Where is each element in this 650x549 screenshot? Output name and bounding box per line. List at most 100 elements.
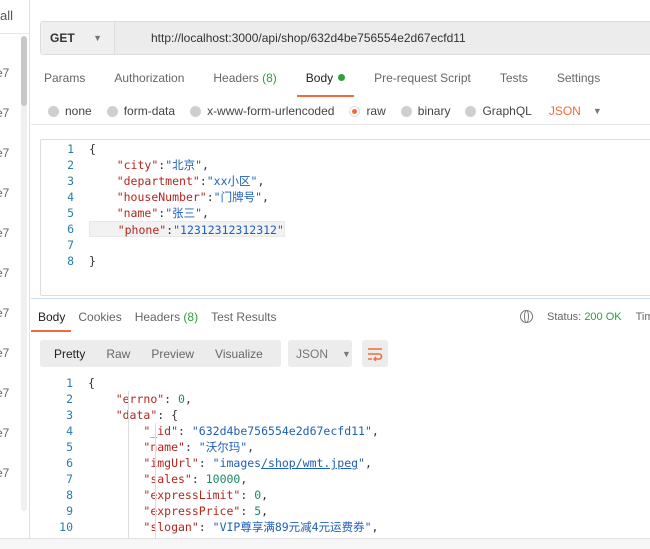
tab-count: (8) xyxy=(262,71,277,85)
line-content: "expressLimit": 0, xyxy=(88,487,268,503)
code-token: , xyxy=(371,424,379,438)
code-token: 10000 xyxy=(205,472,241,486)
pane-divider[interactable] xyxy=(31,298,650,299)
code-token: "北京" xyxy=(165,158,203,172)
code-token: } xyxy=(89,254,96,268)
code-token: : xyxy=(164,392,179,406)
view-pretty[interactable]: Pretty xyxy=(54,347,85,361)
url-input[interactable]: http://localhost:3000/api/shop/632d4be75… xyxy=(151,31,466,45)
wrap-lines-icon xyxy=(368,347,383,361)
globe-icon[interactable] xyxy=(520,310,533,323)
line-number: 7 xyxy=(67,238,74,252)
response-tab-body[interactable]: Body xyxy=(30,310,72,332)
response-view-modes: Pretty Raw Preview Visualize xyxy=(40,340,281,367)
code-token: "department" xyxy=(116,174,200,188)
view-raw[interactable]: Raw xyxy=(106,347,130,361)
code-token: , xyxy=(202,158,209,172)
line-content: { xyxy=(88,375,95,391)
code-token: "门牌号" xyxy=(213,190,263,204)
history-item[interactable]: e7 xyxy=(0,466,9,480)
radio-form-data[interactable]: form-data xyxy=(106,104,176,118)
code-token: { xyxy=(89,142,96,156)
response-body-viewer[interactable]: 1{2 "errno": 0, 3 "data": {4 "_id": "632d… xyxy=(40,375,650,541)
code-token: , xyxy=(240,472,248,486)
code-line: 2 "errno": 0, xyxy=(40,391,379,407)
body-type-options: none form-data x-www-form-urlencoded raw bin… xyxy=(48,104,602,118)
code-line: 9 "expressPrice": 5, xyxy=(40,503,379,519)
response-tab-test-results[interactable]: Test Results xyxy=(211,310,276,324)
tab-label: Headers xyxy=(213,71,259,85)
tab-params[interactable]: Params xyxy=(44,71,85,91)
response-format-select[interactable]: JSON ▼ xyxy=(288,340,352,367)
tab-body[interactable]: Body xyxy=(296,71,355,97)
code-token: , xyxy=(247,440,255,454)
code-token: : xyxy=(206,190,214,204)
history-item[interactable]: e7 xyxy=(0,426,9,440)
tab-authorization[interactable]: Authorization xyxy=(114,71,184,91)
history-item[interactable]: e7 xyxy=(0,226,9,240)
line-number: 8 xyxy=(67,254,74,268)
history-item[interactable]: e7 xyxy=(0,186,9,200)
radio-GraphQL[interactable]: GraphQL xyxy=(465,104,532,118)
tab-label: Pre-request Script xyxy=(374,71,471,85)
history-item[interactable]: e7 xyxy=(0,306,9,320)
history-item[interactable]: e7 xyxy=(0,266,9,280)
tab-pre-request-script[interactable]: Pre-request Script xyxy=(374,71,471,91)
tab-label: Body xyxy=(305,71,334,85)
response-tab-headers[interactable]: Headers (8) xyxy=(135,310,198,324)
code-token: , xyxy=(257,174,265,188)
radio-label: form-data xyxy=(123,104,176,118)
code-token: "name" xyxy=(116,206,159,220)
request-body-editor[interactable]: 1{2 "city":"北京", 3 "department":"xx小区", 4 … xyxy=(40,139,650,296)
line-content: "errno": 0, xyxy=(88,391,192,407)
indent-guide xyxy=(128,391,129,541)
code-line: 6 "phone":"12312312312312" xyxy=(41,221,285,237)
code-line: 1{ xyxy=(41,141,285,157)
line-number: 6 xyxy=(66,456,73,470)
tab-headers[interactable]: Headers (8) xyxy=(213,71,276,91)
history-item[interactable]: e7 xyxy=(0,346,9,360)
tab-label: Cookies xyxy=(78,310,122,324)
format-label: JSON xyxy=(296,346,329,361)
radio-none[interactable]: none xyxy=(48,104,92,118)
view-preview[interactable]: Preview xyxy=(151,347,194,361)
history-item[interactable]: e7 xyxy=(0,106,9,120)
line-number: 2 xyxy=(66,392,73,406)
radio-x-www-form-urlencoded[interactable]: x-www-form-urlencoded xyxy=(190,104,334,118)
code-token: "errno" xyxy=(115,392,165,406)
code-token: "name" xyxy=(143,440,185,454)
sidebar-scrollbar[interactable] xyxy=(21,36,27,511)
history-item[interactable]: e7 xyxy=(0,66,9,80)
radio-circle-icon xyxy=(465,105,477,117)
code-token: "sales" xyxy=(143,472,192,486)
line-number: 8 xyxy=(66,488,73,502)
divider xyxy=(0,33,29,34)
tab-settings[interactable]: Settings xyxy=(557,71,600,91)
code-token: /shop/wmt.jpeg xyxy=(261,456,359,470)
radio-raw[interactable]: raw xyxy=(349,104,386,118)
radio-label: binary xyxy=(417,104,451,118)
tab-tests[interactable]: Tests xyxy=(500,71,528,91)
raw-format-select[interactable]: JSON xyxy=(549,104,581,118)
code-token: "_id" xyxy=(143,424,179,438)
code-token: , xyxy=(371,520,379,534)
history-item[interactable]: e7 xyxy=(0,386,9,400)
history-item[interactable]: e7 xyxy=(0,146,9,160)
time-label: Time xyxy=(635,310,650,323)
method-select[interactable]: GET ▼ xyxy=(41,22,115,54)
code-token: "phone" xyxy=(117,223,167,237)
radio-label: raw xyxy=(366,104,386,118)
wrap-lines-button[interactable] xyxy=(362,340,388,367)
radio-binary[interactable]: binary xyxy=(400,104,451,118)
code-token: { xyxy=(88,376,95,390)
view-visualize[interactable]: Visualize xyxy=(215,347,263,361)
line-content: "sales": 10000, xyxy=(88,471,247,487)
code-token: "images xyxy=(212,456,262,470)
scrollbar-thumb[interactable] xyxy=(21,36,27,106)
response-tab-cookies[interactable]: Cookies xyxy=(78,310,121,324)
